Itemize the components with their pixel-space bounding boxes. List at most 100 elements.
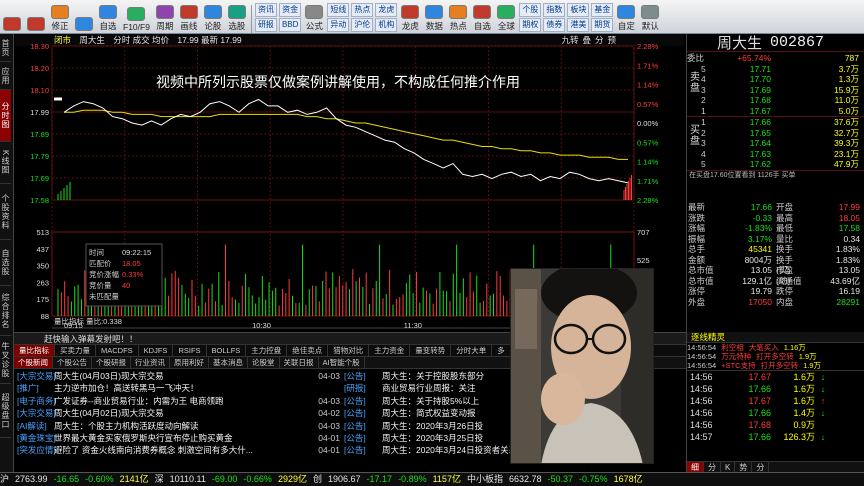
toolbar-right-pair-item[interactable]: 基金: [591, 2, 614, 17]
buy-row[interactable]: 4 17.63 23.1万: [687, 149, 864, 160]
toolbar-pair-item[interactable]: 机构: [375, 17, 398, 32]
tick-tab-2[interactable]: K: [721, 462, 736, 472]
toolbar-button-4[interactable]: 自选: [96, 1, 120, 33]
news-title[interactable]: 广发证券--商业贸易行业：内需为王 电商领跑: [54, 395, 312, 407]
news-tag: [AI解读]: [17, 420, 47, 431]
toolbar-right-button-1[interactable]: 数据: [422, 1, 446, 33]
sidebar-tab-0[interactable]: 首页: [0, 34, 11, 62]
news-title[interactable]: 世界最大黄金买家俄罗斯央行宣布停止购买黄金: [54, 432, 312, 444]
buy-row[interactable]: 1 17.66 37.6万: [687, 117, 864, 128]
indicator-tab-11[interactable]: 分时大单: [451, 345, 493, 356]
toolbar-last-button-0[interactable]: 自定: [614, 1, 638, 33]
tick-tab-1[interactable]: 分: [704, 462, 721, 472]
indicator-tab-1[interactable]: 买卖力量: [55, 345, 96, 356]
tick-tab-4[interactable]: 分: [752, 462, 770, 472]
tick-tab-0[interactable]: 细: [687, 462, 704, 472]
index-label[interactable]: 创: [313, 473, 322, 486]
indicator-tab-3[interactable]: KDJFS: [139, 345, 174, 356]
formula-button[interactable]: 公式: [302, 1, 326, 33]
toolbar-pair-item[interactable]: 资讯: [254, 2, 277, 17]
toolbar-pair-item[interactable]: 龙虎: [375, 2, 398, 17]
sidebar-tab-1[interactable]: 应用: [0, 62, 11, 90]
indicator-tab-9[interactable]: 主力资金: [369, 345, 411, 356]
indicator-tab-10[interactable]: 量变转势: [410, 345, 452, 356]
indicator-tab-7[interactable]: 绝佳卖点: [287, 345, 329, 356]
toolbar-right-pair-item[interactable]: 板块: [567, 2, 590, 17]
toolbar-right-button-2[interactable]: 热点: [446, 1, 470, 33]
toolbar-button-8[interactable]: 论股: [201, 1, 225, 33]
sidebar-tab-5[interactable]: 自选股: [0, 240, 11, 286]
index-label[interactable]: 中小板指: [467, 473, 503, 486]
sidebar-tab-4[interactable]: 个股资料: [0, 184, 11, 240]
index-label[interactable]: 沪: [0, 473, 9, 486]
indicator-tab-5[interactable]: BOLLFS: [207, 345, 247, 356]
toolbar-button-6[interactable]: 周期: [153, 1, 177, 33]
sell-row[interactable]: 5 17.71 3.7万: [687, 64, 864, 75]
news-tab-7[interactable]: 关联日报: [280, 357, 319, 368]
tooltip-value: 40: [122, 281, 130, 290]
toolbar-pair-item[interactable]: 资金: [278, 2, 302, 17]
toolbar-right-pair-item[interactable]: 个股: [519, 2, 542, 17]
sell-row[interactable]: 1 17.67 5.0万: [687, 106, 864, 117]
index-label[interactable]: 深: [155, 473, 164, 486]
left-sidebar: 首页 应用 分时图 K线图 个股资料 自选股 综合排名 牛叉诊股 超级盘口: [0, 34, 14, 472]
sidebar-tab-7[interactable]: 牛叉诊股: [0, 336, 11, 384]
news-tab-2[interactable]: 个股研报: [92, 357, 131, 368]
news-tab-8[interactable]: AI智能个股: [319, 357, 365, 368]
indicator-tab-6[interactable]: 主力控盘: [246, 345, 288, 356]
news-title[interactable]: 周大生(04月02日)现大宗交易: [54, 407, 312, 419]
quote-stat-row: 总市值 13.05 市盈(动) 13.05: [688, 265, 864, 286]
indicator-tab-8[interactable]: 猎物对比: [328, 345, 370, 356]
toolbar-button-1[interactable]: [24, 1, 48, 33]
toolbar-button-9[interactable]: 选股: [225, 1, 249, 33]
toolbar-button-2[interactable]: 修正: [48, 1, 72, 33]
toolbar-button-0[interactable]: [0, 1, 24, 33]
toolbar-last-button-1[interactable]: 默认: [638, 1, 662, 33]
indicator-tab-0[interactable]: 量比指标: [14, 345, 55, 356]
sidebar-tab-2[interactable]: 分时图: [0, 90, 11, 142]
toolbar-pair-item[interactable]: 热点: [351, 2, 374, 17]
sidebar-tab-8[interactable]: 超级盘口: [0, 384, 11, 438]
buy-level: 1: [701, 117, 706, 127]
tick-tab-3[interactable]: 势: [735, 462, 753, 472]
toolbar-button-3[interactable]: [72, 1, 96, 33]
news-tab-1[interactable]: 个股公告: [53, 357, 92, 368]
toolbar-pair-item[interactable]: 研报: [254, 17, 277, 32]
sell-row[interactable]: 4 17.70 1.3万: [687, 74, 864, 85]
toolbar-right-button-0[interactable]: 龙虎: [398, 1, 422, 33]
buy-row[interactable]: 3 17.64 39.3万: [687, 138, 864, 149]
toolbar-right-pair-item[interactable]: 期权: [519, 17, 542, 32]
sidebar-tab-6[interactable]: 综合排名: [0, 286, 11, 336]
toolbar-pair-item[interactable]: BBD: [278, 17, 302, 32]
toolbar-right-pair-item[interactable]: 债券: [543, 17, 566, 32]
news-title[interactable]: 周大生：个股主力机构活跃度动向解读: [54, 420, 312, 432]
toolbar-right-pair-item[interactable]: 指数: [543, 2, 566, 17]
news-tab-5[interactable]: 基本消息: [209, 357, 248, 368]
pct-tick-label: 0.57%: [637, 100, 659, 109]
toolbar-right-pair-item[interactable]: 期货: [591, 17, 614, 32]
toolbar-button-5[interactable]: F10/F9: [120, 1, 153, 33]
draw-line-icon: [179, 5, 198, 19]
toolbar-pair-item[interactable]: 异动: [327, 17, 350, 32]
toolbar-right-button-3[interactable]: 自选: [470, 1, 494, 33]
sidebar-tab-3[interactable]: K线图: [0, 142, 11, 184]
toolbar-right-button-4[interactable]: 全球: [494, 1, 518, 33]
buy-row[interactable]: 2 17.65 32.7万: [687, 128, 864, 139]
news-tab-4[interactable]: 原用利好: [170, 357, 209, 368]
indicator-tab-4[interactable]: RSIFS: [173, 345, 207, 356]
toolbar-button-7[interactable]: 画线: [177, 1, 201, 33]
news-title[interactable]: 主力逆市加仓！高送转黑马一飞冲天！: [54, 382, 312, 394]
indicator-tab-12[interactable]: 多: [492, 345, 511, 356]
toolbar-pair-item[interactable]: 短线: [327, 2, 350, 17]
news-tab-0[interactable]: 个股新闻: [14, 357, 53, 368]
news-title[interactable]: 避险了 资金火线南向消费券概念 刺激空间有多大什...: [54, 444, 312, 456]
news-tab-3[interactable]: 行业资讯: [131, 357, 170, 368]
indicator-tab-2[interactable]: MACDFS: [96, 345, 139, 356]
sell-row[interactable]: 3 17.69 15.9万: [687, 85, 864, 96]
buy-row[interactable]: 5 17.62 47.9万: [687, 159, 864, 170]
news-tab-6[interactable]: 论股堂: [248, 357, 280, 368]
news-title[interactable]: 周大生(04月03日)现大宗交易: [54, 370, 312, 382]
toolbar-right-pair-item[interactable]: 港美: [567, 17, 590, 32]
sell-row[interactable]: 2 17.68 11.0万: [687, 95, 864, 106]
toolbar-pair-item[interactable]: 沪伦: [351, 17, 374, 32]
